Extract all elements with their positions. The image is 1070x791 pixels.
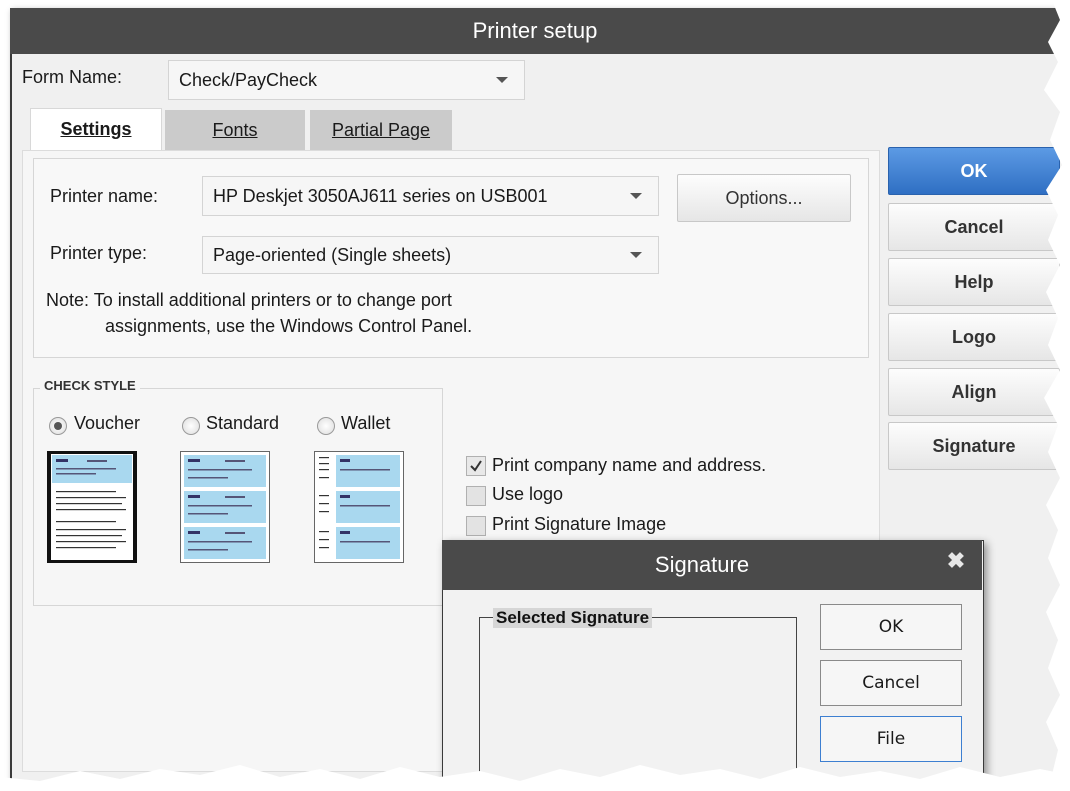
wallet-preview-image[interactable]: [314, 451, 404, 563]
wallet-radio[interactable]: [317, 417, 335, 435]
options-button-label: Options...: [725, 188, 803, 208]
note-line-2: assignments, use the Windows Control Pan…: [105, 316, 473, 336]
print-company-name-checkbox[interactable]: [466, 456, 486, 476]
voucher-radio[interactable]: [49, 417, 67, 435]
voucher-label[interactable]: Voucher: [74, 413, 140, 434]
standard-label[interactable]: Standard: [206, 413, 279, 434]
align-button-label: Align: [951, 382, 997, 402]
logo-button-label: Logo: [952, 327, 996, 347]
tab-partial-page-label: Partial Page: [331, 120, 431, 140]
ok-button-label: OK: [960, 161, 988, 181]
chevron-down-icon: [630, 193, 642, 199]
standard-preview-image[interactable]: [180, 451, 270, 563]
chevron-down-icon: [496, 77, 508, 83]
help-button-label: Help: [954, 272, 994, 292]
signature-ok-button[interactable]: OK: [820, 604, 962, 650]
printer-name-value: HP Deskjet 3050AJ611 series on USB001: [213, 186, 548, 206]
print-company-name-label[interactable]: Print company name and address.: [492, 455, 766, 476]
checkmark-icon: [470, 460, 482, 472]
signature-file-label: File: [876, 729, 906, 749]
signature-cancel-button[interactable]: Cancel: [820, 660, 962, 706]
print-signature-image-label[interactable]: Print Signature Image: [492, 514, 666, 535]
check-style-heading: CHECK STYLE: [40, 378, 140, 393]
chevron-down-icon: [630, 252, 642, 258]
printer-name-label: Printer name:: [50, 186, 159, 206]
form-name-combo[interactable]: Check/PayCheck: [168, 60, 525, 100]
signature-cancel-label: Cancel: [862, 673, 920, 693]
voucher-preview-image[interactable]: [47, 451, 137, 563]
window-title: Printer setup: [472, 18, 598, 43]
signature-ok-label: OK: [878, 617, 904, 637]
tab-settings[interactable]: Settings: [30, 108, 162, 151]
print-signature-image-checkbox[interactable]: [466, 516, 486, 536]
torn-edge-right: [1044, 0, 1070, 791]
close-icon[interactable]: ✖: [943, 548, 969, 574]
options-button[interactable]: Options...: [677, 174, 851, 222]
form-name-value: Check/PayCheck: [179, 70, 318, 90]
signature-dialog-title: Signature: [654, 552, 750, 577]
tab-fonts[interactable]: Fonts: [165, 110, 305, 150]
torn-edge-bottom: [0, 765, 1070, 791]
note-line-1: Note: To install additional printers or …: [46, 290, 452, 310]
form-name-label: Form Name:: [22, 67, 123, 87]
printer-type-value: Page-oriented (Single sheets): [213, 245, 452, 265]
cancel-button-label: Cancel: [944, 217, 1004, 237]
printer-type-combo[interactable]: Page-oriented (Single sheets): [202, 236, 659, 274]
standard-radio[interactable]: [182, 417, 200, 435]
wallet-label[interactable]: Wallet: [341, 413, 390, 434]
tab-partial-page[interactable]: Partial Page: [310, 110, 452, 150]
tab-settings-label: Settings: [60, 119, 132, 139]
printer-name-combo[interactable]: HP Deskjet 3050AJ611 series on USB001: [202, 176, 659, 216]
printer-type-label: Printer type:: [50, 243, 148, 263]
use-logo-checkbox[interactable]: [466, 486, 486, 506]
tab-fonts-label: Fonts: [212, 120, 258, 140]
use-logo-label[interactable]: Use logo: [492, 484, 563, 505]
selected-signature-label: Selected Signature: [493, 608, 653, 628]
signature-button-label: Signature: [932, 436, 1016, 456]
